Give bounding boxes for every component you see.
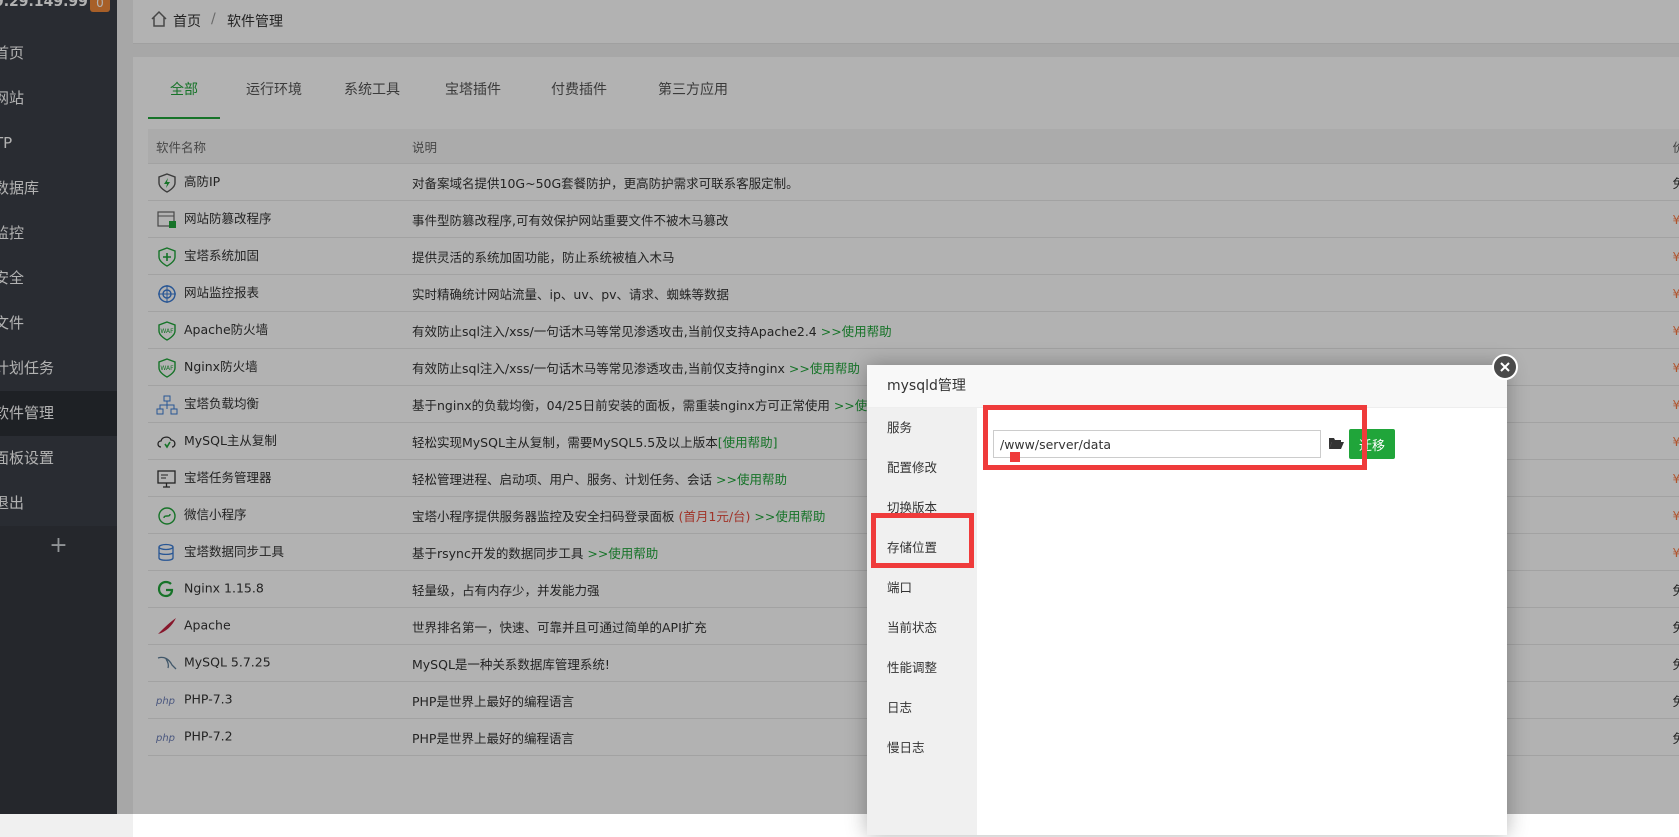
menu-item-status[interactable]: 当前状态 bbox=[867, 608, 977, 648]
menu-item-log[interactable]: 日志 bbox=[867, 688, 977, 728]
dialog-content: 迁移 bbox=[977, 408, 1507, 835]
dialog-title: mysqld管理 bbox=[867, 365, 1507, 408]
close-icon bbox=[1500, 362, 1510, 372]
close-dialog-button[interactable] bbox=[1492, 354, 1518, 380]
menu-item-performance[interactable]: 性能调整 bbox=[867, 648, 977, 688]
menu-item-config[interactable]: 配置修改 bbox=[867, 448, 977, 488]
annotation-dot bbox=[1010, 452, 1020, 462]
dialog-menu: 服务 配置修改 切换版本 存储位置 端口 当前状态 性能调整 日志 慢日志 bbox=[867, 408, 977, 835]
menu-item-service[interactable]: 服务 bbox=[867, 408, 977, 448]
annotation-box-storage-menu bbox=[871, 513, 974, 568]
menu-item-port[interactable]: 端口 bbox=[867, 568, 977, 608]
annotation-box-path bbox=[983, 405, 1367, 470]
menu-item-slow-log[interactable]: 慢日志 bbox=[867, 728, 977, 768]
